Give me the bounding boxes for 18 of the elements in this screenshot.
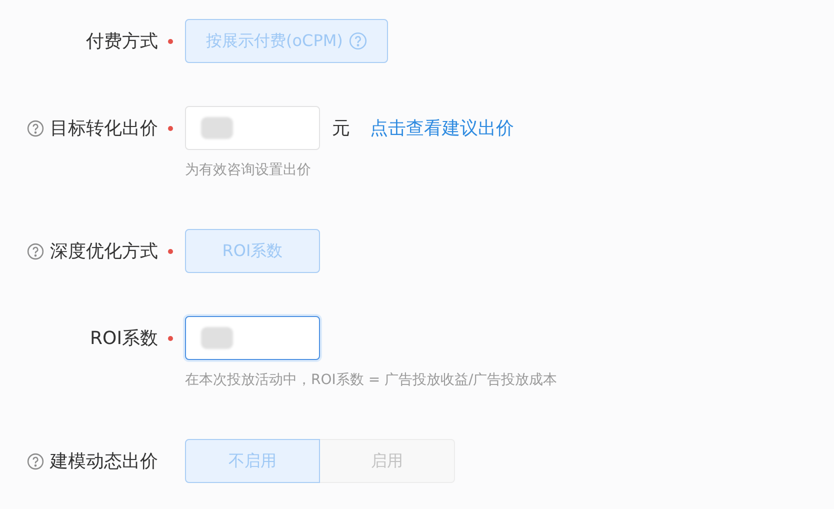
input-field[interactable] xyxy=(185,316,320,360)
help-icon[interactable] xyxy=(27,242,44,260)
unit-label: 元 xyxy=(332,116,350,140)
suggested-bid-link[interactable]: 点击查看建议出价 xyxy=(370,114,514,142)
help-icon[interactable] xyxy=(27,120,44,136)
blurred-value xyxy=(201,327,233,349)
option-button[interactable]: 按展示付费(oCPM) xyxy=(185,19,388,63)
option-button[interactable]: 不启用 xyxy=(185,439,320,483)
blurred-value xyxy=(201,117,233,139)
option-button[interactable]: ROI系数 xyxy=(185,229,320,273)
help-icon[interactable] xyxy=(27,452,44,470)
field-label: ROI系数 xyxy=(90,326,158,350)
hint-text: 在本次投放活动中，ROI系数 = 广告投放收益/广告投放成本 xyxy=(185,371,558,389)
hint-text: 为有效咨询设置出价 xyxy=(185,161,312,179)
field-label: 付费方式 xyxy=(86,30,158,54)
field-label: 建模动态出价 xyxy=(50,450,158,474)
field-label: 目标转化出价 xyxy=(50,116,158,140)
field-label: 深度优化方式 xyxy=(50,240,158,264)
